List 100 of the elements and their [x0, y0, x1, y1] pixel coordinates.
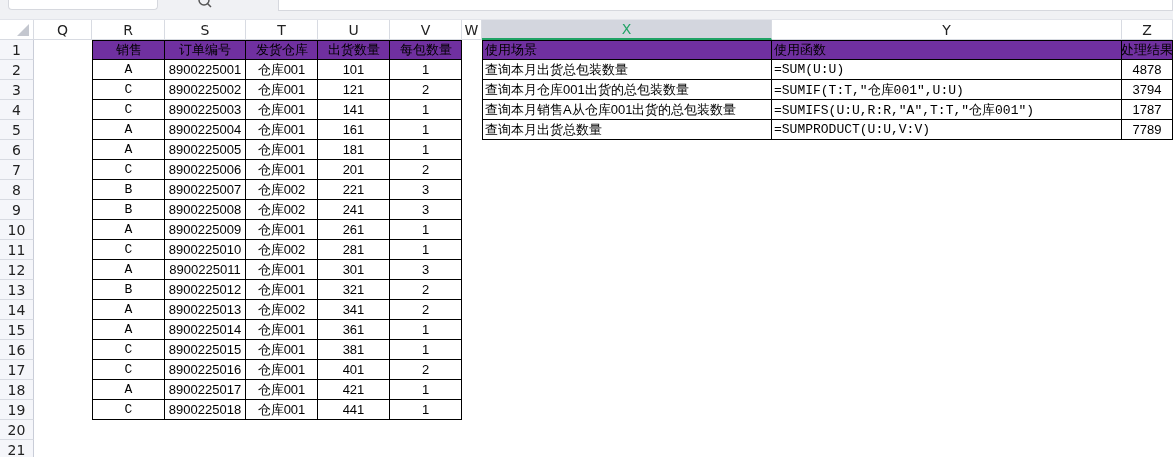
table-cell: 8900225016	[165, 360, 246, 380]
table-cell: 2	[390, 80, 462, 100]
table-cell: 仓库001	[246, 360, 318, 380]
table-cell: 仓库001	[246, 340, 318, 360]
column-header[interactable]: Z	[1122, 20, 1173, 40]
table-cell: A	[92, 380, 165, 400]
formula-bar[interactable]	[278, 0, 1173, 11]
table-cell: A	[92, 220, 165, 240]
table-cell: 查询本月出货总数量	[482, 120, 772, 140]
row-header[interactable]: 13	[0, 280, 34, 300]
column-header: 处理结果	[1122, 40, 1173, 60]
row-header[interactable]: 12	[0, 260, 34, 280]
table-cell: 2	[390, 360, 462, 380]
table-cell: 仓库001	[246, 380, 318, 400]
table-cell: 仓库001	[246, 160, 318, 180]
table-cell: 1	[390, 380, 462, 400]
row-header[interactable]: 19	[0, 400, 34, 420]
search-icon[interactable]	[198, 0, 212, 8]
row-header[interactable]: 5	[0, 120, 34, 140]
table-cell: 查询本月仓库001出货的总包装数量	[482, 80, 772, 100]
column-header: 出货数量	[318, 40, 390, 60]
row-header[interactable]: 11	[0, 240, 34, 260]
table-cell: 3	[390, 180, 462, 200]
table-cell: =SUM(U:U)	[772, 60, 1122, 80]
table-cell: 8900225005	[165, 140, 246, 160]
table-cell: 4878	[1122, 60, 1173, 80]
table-cell: 281	[318, 240, 390, 260]
row-header[interactable]: 6	[0, 140, 34, 160]
row-header[interactable]: 9	[0, 200, 34, 220]
column-header[interactable]: Y	[772, 20, 1122, 40]
table-cell: 1	[390, 220, 462, 240]
row-header[interactable]: 8	[0, 180, 34, 200]
table-cell: 8900225002	[165, 80, 246, 100]
table-cell: 8900225013	[165, 300, 246, 320]
column-header: 订单编号	[165, 40, 246, 60]
table-cell: 仓库001	[246, 120, 318, 140]
table-cell: 2	[390, 300, 462, 320]
row-header[interactable]: 21	[0, 440, 34, 457]
table-cell: A	[92, 140, 165, 160]
table-cell: 仓库001	[246, 400, 318, 420]
table-cell: 3794	[1122, 80, 1173, 100]
row-header[interactable]: 17	[0, 360, 34, 380]
table-cell: A	[92, 260, 165, 280]
table-cell: A	[92, 320, 165, 340]
table-cell: 8900225011	[165, 260, 246, 280]
row-header[interactable]: 1	[0, 40, 34, 60]
table-cell: 仓库001	[246, 100, 318, 120]
row-header[interactable]: 7	[0, 160, 34, 180]
select-all-button[interactable]	[0, 20, 34, 40]
column-header[interactable]: R	[92, 20, 165, 40]
table-cell: 仓库002	[246, 200, 318, 220]
row-header[interactable]: 20	[0, 420, 34, 440]
column-header[interactable]: S	[165, 20, 246, 40]
table-cell: 8900225010	[165, 240, 246, 260]
table-cell: 仓库001	[246, 80, 318, 100]
table-cell: 401	[318, 360, 390, 380]
table-cell: 361	[318, 320, 390, 340]
row-header[interactable]: 2	[0, 60, 34, 80]
column-header[interactable]: V	[390, 20, 462, 40]
table-cell: 8900225003	[165, 100, 246, 120]
table-cell: 2	[390, 160, 462, 180]
table-cell: 仓库001	[246, 260, 318, 280]
table-cell: 仓库001	[246, 320, 318, 340]
table-cell: 8900225001	[165, 60, 246, 80]
row-header[interactable]: 18	[0, 380, 34, 400]
table-cell: =SUMIFS(U:U,R:R,"A",T:T,"仓库001")	[772, 100, 1122, 120]
table-cell: 8900225007	[165, 180, 246, 200]
table-cell: C	[92, 240, 165, 260]
column-header[interactable]: U	[318, 20, 390, 40]
row-header[interactable]: 3	[0, 80, 34, 100]
column-header: 每包数量	[390, 40, 462, 60]
table-cell: 查询本月出货总包装数量	[482, 60, 772, 80]
table-cell: 261	[318, 220, 390, 240]
table-cell: 1	[390, 100, 462, 120]
row-header[interactable]: 4	[0, 100, 34, 120]
table-cell: 仓库001	[246, 280, 318, 300]
table-cell: 3	[390, 200, 462, 220]
table-cell: 1	[390, 320, 462, 340]
row-header[interactable]: 16	[0, 340, 34, 360]
table-cell: 仓库001	[246, 220, 318, 240]
column-header[interactable]: W	[462, 20, 482, 40]
table-cell: 仓库001	[246, 60, 318, 80]
table-cell: A	[92, 60, 165, 80]
column-header[interactable]: T	[246, 20, 318, 40]
table-cell: 8900225004	[165, 120, 246, 140]
column-header: 使用场景	[482, 40, 772, 60]
table-cell: 1	[390, 140, 462, 160]
table-cell: 381	[318, 340, 390, 360]
table-cell: 8900225018	[165, 400, 246, 420]
table-cell: 1	[390, 240, 462, 260]
table-cell: 8900225015	[165, 340, 246, 360]
row-header[interactable]: 14	[0, 300, 34, 320]
table-cell: C	[92, 160, 165, 180]
table-cell: 421	[318, 380, 390, 400]
row-header[interactable]: 10	[0, 220, 34, 240]
name-box[interactable]	[8, 0, 158, 10]
column-header[interactable]: Q	[34, 20, 92, 40]
row-header[interactable]: 15	[0, 320, 34, 340]
table-cell: 8900225014	[165, 320, 246, 340]
table-cell: 241	[318, 200, 390, 220]
